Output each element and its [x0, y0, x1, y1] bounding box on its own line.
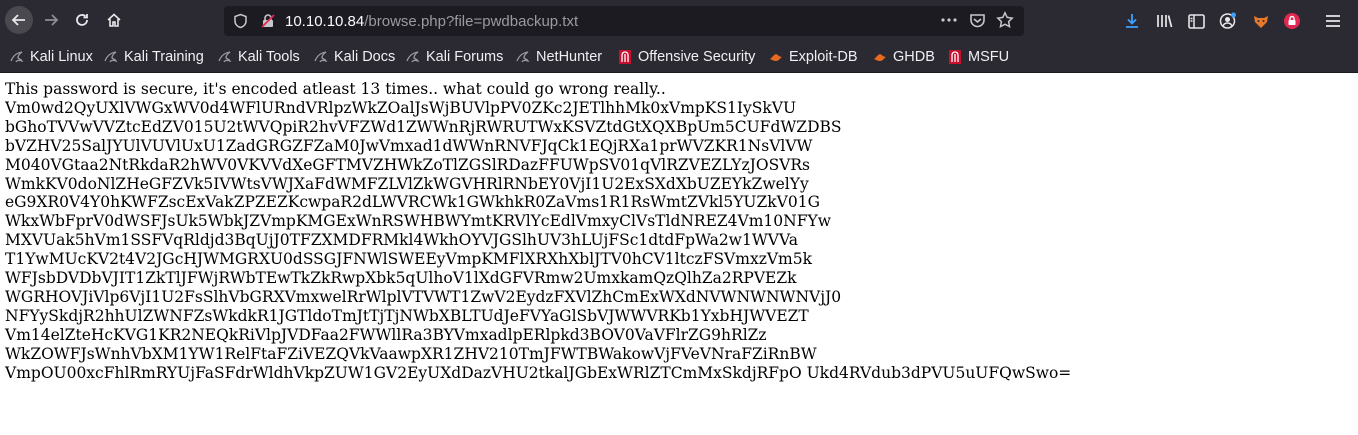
sidebar-icon[interactable]: [1186, 11, 1206, 31]
offsec-icon: [619, 50, 631, 64]
kali-dragon-icon: [104, 51, 118, 63]
back-icon[interactable]: [5, 6, 33, 34]
file-text-line: This password is secure, it's encoded at…: [5, 80, 666, 98]
more-icon[interactable]: [940, 12, 958, 32]
bookmark-label: Kali Linux: [30, 49, 93, 65]
kali-dragon-icon: [406, 51, 420, 63]
file-text-line: M040VGtaa2NtRkdaR2hWV0VKVVdXeGFTMVZHWkZo…: [5, 155, 811, 174]
file-text-line: WmkKV0doNlZHeGFZVk5IVWtsVWJXaFdWMFZLVlZk…: [5, 174, 809, 193]
file-text-line: NFYySkdjR2hhUlZWNFZsWkdkR1JGTldoTmJtTjTj…: [5, 306, 809, 325]
file-text-line: WkZOWFJsWnhVbXM1YW1RelFtaFZiVEZQVkVaawpX…: [5, 344, 817, 363]
shield-icon[interactable]: [233, 13, 248, 33]
file-text-line: bVZHV25SalJYUlVUVlUxU1ZadGRGZFZaM0JwVmxa…: [5, 136, 813, 155]
pocket-icon[interactable]: [969, 12, 986, 33]
bookmark-label: Kali Tools: [238, 49, 300, 65]
file-text-line: eG9XR0V4Y0hKWFZscExVakZPZEZKcwpaR2dLWVRC…: [5, 193, 820, 212]
insecure-lock-icon[interactable]: [260, 13, 276, 33]
bookmark-kali-linux[interactable]: Kali Linux: [10, 48, 93, 66]
browser-toolbar: 10.10.10.84/browse.php?file=pwdbackup.tx…: [0, 0, 1358, 42]
bookmark-label: Kali Docs: [334, 49, 396, 65]
bookmark-label: Offensive Security: [638, 49, 756, 65]
kali-dragon-icon: [516, 51, 530, 63]
bookmark-label: NetHunter: [536, 49, 603, 65]
forward-icon[interactable]: [37, 6, 65, 34]
account-icon[interactable]: [1218, 11, 1238, 31]
file-text-line: Vm14elZteHcKVG1KR2NEQkRiVlpJVDFaa2FWWllR…: [5, 325, 767, 344]
bookmark-label: Kali Forums: [426, 49, 504, 65]
file-text-line: T1YwMUcKV2t4V2JGcHJWMGRXU0dSSGJFNWlSWEEy…: [5, 250, 813, 269]
file-text-line: WFJsbDVDbVJIT1ZkTlJFWjRWbTEwTkZkRwpXbk5q…: [5, 269, 797, 288]
bookmark-kali-tools[interactable]: Kali Tools: [218, 48, 300, 66]
file-text-line: bGhoTVVwVVZtcEdZV015U2tWVQpiR2hvVFZWd1ZW…: [5, 117, 842, 136]
bookmark-label: GHDB: [893, 49, 935, 65]
kali-dragon-icon: [218, 51, 232, 63]
file-text-line: MXVUak5hVm1SSFVqRldjd3BqUjJ0TFZXMDFRMkl4…: [5, 231, 798, 250]
url-host: 10.10.10.84: [285, 13, 365, 30]
bookmark-offensive-security[interactable]: Offensive Security: [618, 48, 755, 66]
bookmark-ghdb[interactable]: GHDB: [873, 48, 935, 66]
exploitdb-icon: [770, 54, 782, 61]
bookmark-msfu[interactable]: MSFU: [948, 48, 1009, 66]
home-icon[interactable]: [100, 6, 128, 34]
url-path: /browse.php?file=pwdbackup.txt: [364, 13, 579, 30]
bookmark-kali-training[interactable]: Kali Training: [104, 48, 204, 66]
fox-extension-icon[interactable]: [1251, 11, 1271, 31]
file-text-line: WGRHOVJiVlp6VjI1U2FsSlhVbGRXVmxwelRrWlpl…: [5, 287, 842, 306]
file-text-line: VmpOU00xcFhlRmRYUjFaSFdrWldhVkpZUW1GV2Ey…: [5, 363, 1072, 382]
file-text-line: WkxWbFprV0dWSFJsUk5WbkJZVmpKMGExWnRSWHBW…: [5, 212, 831, 231]
bookmark-label: MSFU: [968, 49, 1010, 65]
bookmark-kali-forums[interactable]: Kali Forums: [406, 48, 503, 66]
menu-icon[interactable]: [1323, 11, 1343, 31]
reload-icon[interactable]: [68, 6, 96, 34]
kali-dragon-icon: [10, 51, 24, 63]
download-icon[interactable]: [1122, 11, 1142, 31]
file-text-line: Vm0wd2QyUXlVWGxWV0d4WFlURndVRlpzWkZOalJs…: [5, 98, 797, 117]
bookmark-label: Exploit-DB: [789, 49, 858, 65]
kali-dragon-icon: [314, 51, 328, 63]
bookmark-exploit-db[interactable]: Exploit-DB: [769, 48, 858, 66]
url-bar[interactable]: 10.10.10.84/browse.php?file=pwdbackup.tx…: [224, 6, 1024, 36]
extension-icon[interactable]: [1282, 11, 1302, 31]
bookmark-kali-docs[interactable]: Kali Docs: [314, 48, 395, 66]
bookmark-nethunter[interactable]: NetHunter: [516, 48, 602, 66]
exploitdb-icon: [874, 54, 886, 61]
offsec-icon: [949, 50, 961, 64]
page-content: This password is secure, it's encoded at…: [5, 80, 1071, 383]
library-icon[interactable]: [1155, 11, 1175, 31]
bookmark-label: Kali Training: [124, 49, 204, 65]
url-text[interactable]: 10.10.10.84/browse.php?file=pwdbackup.tx…: [285, 13, 578, 30]
star-icon[interactable]: [996, 11, 1014, 33]
